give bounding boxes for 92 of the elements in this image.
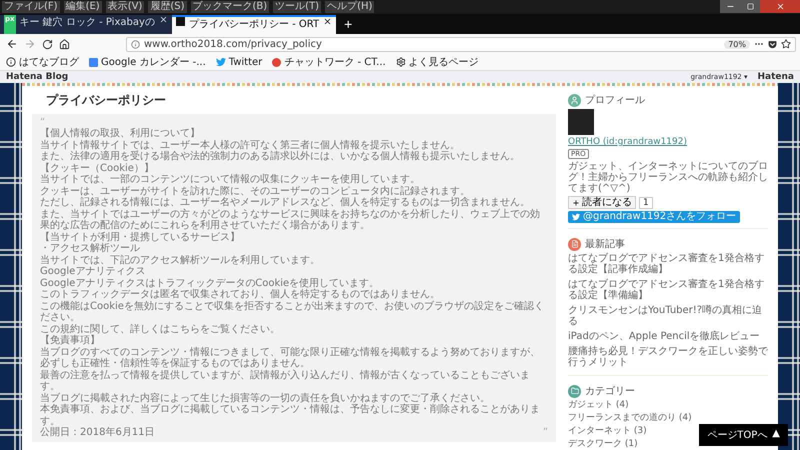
bookmark-label: チャットワーク - CT... [284,56,386,69]
bookmark-link[interactable]: Google カレンダー -... [89,55,206,69]
category-link[interactable]: インターネット (3) [568,426,647,437]
profile-description: ガジェット、インターネットについてのブログ！主婦からフリーランスへの軌跡も紹介してます(^▽^) [568,161,768,194]
minimize-button[interactable] [720,0,740,13]
policy-text: GoogleアナリティクスはトラフィックデータのCookieを使用しています。 [40,278,380,288]
category-link[interactable]: ガジェット (4) [568,400,629,411]
article-link[interactable]: はてなブログでアドセンス審査を1発合格する設定【準備編】 [568,279,768,301]
close-icon [776,2,784,11]
policy-text: 当サイト情報サイトでは、ユーザー本人様の許可なく第三者に個人情報を提示いたしません。 [40,140,461,150]
policy-text: ただし、記録される情報には、ユーザー名やメールアドレスなど、個人を特定するものは一切含まれません。 [40,197,531,208]
bookmark-label: Twitter [228,56,262,68]
maximize-button[interactable] [740,0,760,13]
maximize-icon [746,3,754,10]
hatena-logo[interactable]: Hatena [758,72,794,82]
bookmark-link[interactable]: チャットワーク - CT... [272,55,386,69]
address-bar[interactable]: www.ortho2018.com/privacy_policy 70% [126,36,796,52]
policy-text: この規約に関して、詳しくはこちらをご覧ください。 [40,324,281,334]
policy-text: 当サイトでは、下記のアクセス解析ツールを利用しています。 [40,254,321,266]
favicon [176,17,185,26]
new-tab-button[interactable]: + [336,15,360,34]
policy-text: 当サイトでは、一部のコンテンツについて情報の収集にクッキーを使用しています。 [40,174,421,186]
policy-text: 公開日：2018年6月11日 [40,427,155,438]
open-quote: “ [40,117,46,128]
profile-link[interactable]: ORTHO (id:grandraw1192) [568,137,768,147]
zoom-level[interactable]: 70% [724,40,750,48]
user-icon [568,94,581,106]
close-icon[interactable] [158,15,168,24]
plus-icon [572,198,580,206]
reload-icon[interactable] [42,38,53,50]
page-title: プライバシーポリシー [46,92,167,109]
bird-icon [572,213,580,221]
back-icon[interactable] [6,38,18,50]
menu-item[interactable]: ファイル(F) [2,1,60,13]
section-heading: プロフィール [585,94,645,107]
policy-text: 【免責事項】 [40,335,101,346]
tab-title: プライバシーポリシー - ORT [188,18,320,32]
policy-text: この機能はCookieを無効にすることで収集を拒否することが出来ますので、お使いのブラウザの設定をご確認ください。 [40,300,545,324]
bookmark-label: よく見るページ [408,56,479,69]
close-button[interactable] [760,0,800,13]
browser-tab[interactable]: プライバシーポリシー - ORT [172,15,336,34]
category-link[interactable]: デスクワーク (1) [568,439,638,450]
star-icon[interactable] [781,39,791,49]
policy-text: 当ブログに掲載された内容によって生じた損害等の一切の責任を負いかねますのでご了承ください。 [40,392,491,404]
page-top-button[interactable]: ページTOPへ ▲ [699,424,788,446]
avatar-placeholder [568,109,594,135]
folder-icon [568,384,581,398]
bookmark-link[interactable]: はてなブログ [6,55,79,69]
policy-text: 本免責事項、および、当ブログに掲載しているコンテンツ・情報は、予告なしに変更・削除されることがあります。 [40,404,541,426]
gear-icon [396,57,406,67]
pocket-icon[interactable] [768,40,777,48]
document-icon [568,238,581,250]
article-link[interactable]: クリスモンセンはYouTuber!?噂の真相に迫る [568,305,768,327]
menu-item[interactable]: ヘルプ(H) [325,1,374,13]
subscriber-count: 1 [639,196,653,208]
policy-text: また、法律の適用を受ける場合や法的強制力のある請求以外には、いかなる個人情報も提示いたしません。 [40,151,521,162]
bookmark-label: はてなブログ [19,56,79,69]
blog-logo[interactable]: Hatena Blog [6,72,68,82]
close-quote: ” [542,427,548,438]
policy-text: 【個人情報の取扱、利用について】 [40,128,201,140]
bird-icon [216,57,226,67]
close-icon[interactable] [323,17,332,26]
article-link[interactable]: はてなブログでアドセンス審査を1発合格する設定【記事作成編】 [568,253,768,275]
policy-text: 最善の注意を払って情報を提供していますが、誤情報が入り込んだり、情報が古くなっていることもございます。 [40,370,531,392]
article-link[interactable]: iPadのペン、Apple Pencilを徹底レビュー [568,331,768,342]
tab-title: キー 鍵穴 ロック - Pixabayの [20,16,155,30]
chat-icon [272,58,282,66]
home-icon[interactable] [59,38,70,50]
calendar-icon [89,58,98,66]
policy-text: ・アクセス解析ツール [40,243,141,254]
article-link[interactable]: 腰痛持ち必見！デスクワークを正しい姿勢で行うメリット [568,346,768,368]
menu-item[interactable]: 編集(E) [64,1,102,13]
menu-item[interactable]: ブックマーク(B) [190,1,270,13]
policy-text: Googleアナリティクス [40,266,146,278]
category-link[interactable]: フリーランスまでの道のり (4) [568,413,692,424]
menu-item[interactable]: 履歴(S) [148,1,186,13]
info-icon [131,40,140,48]
section-heading: 最新記事 [585,238,625,251]
subscribe-button[interactable]: 読者になる [568,196,636,209]
bookmark-label: Google カレンダー -... [101,56,206,69]
section-heading: カテゴリー [585,385,635,398]
url-text: www.ortho2018.com/privacy_policy [144,38,323,50]
policy-text: 【クッキー（Cookie）】 [40,162,155,174]
policy-text: また、当サイトではユーザーの方々がどのようなサービスに興味をお持ちなのかを分析したり、ウェブ上での効果的な広告の配信のためにこれらを利用させていただく場合があります。 [40,208,541,232]
policy-text: 【当サイトが利用・提携しているサービス】 [40,232,241,242]
bookmark-link[interactable]: Twitter [216,56,262,68]
policy-text: クッキーは、ユーザーがサイトを訪れた際に、そのユーザーのコンピュータ内に記録されます。 [40,186,471,196]
bookmark-link[interactable]: よく見るページ [396,55,479,69]
policy-text: 当ブログのすべてのコンテンツ・情報につきまして、可能な限り正確な情報を掲載するよう努めておりますが、必ずしも正確性・信頼性等を保証するものではありません。 [40,346,541,370]
menu-item[interactable]: ツール(T) [273,1,322,13]
policy-text: このトラフィックデータは匿名で収集されており、個人を特定するものではありません。 [40,289,441,300]
menu-item[interactable]: 表示(V) [106,1,144,13]
